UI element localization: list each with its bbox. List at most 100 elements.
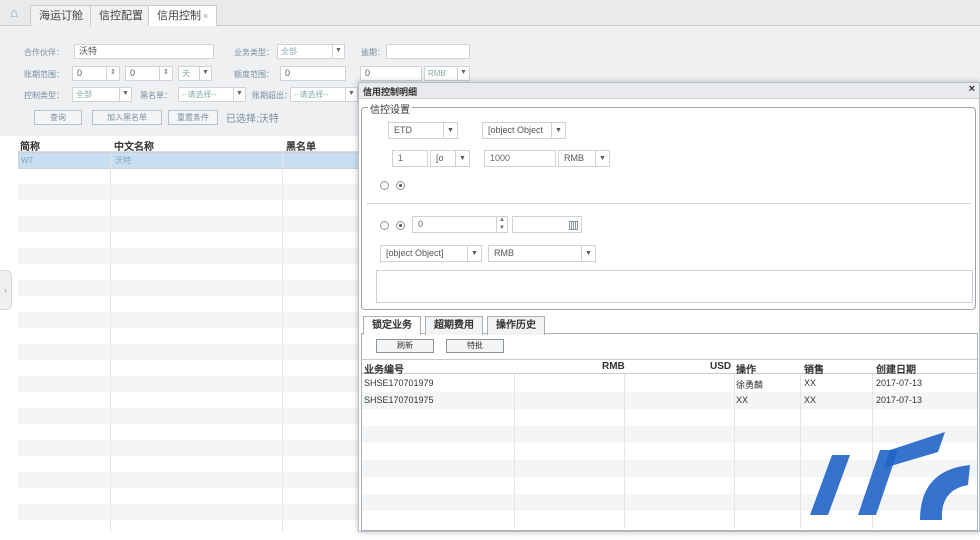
chevron-right-icon: › xyxy=(4,285,7,295)
reset-button[interactable]: 重置条件 xyxy=(168,110,218,125)
table-row[interactable]: SHSE170701979 徐勇麟 XX 2017-07-13 xyxy=(362,375,977,392)
chevron-down-icon: ▼ xyxy=(457,67,469,80)
home-icon[interactable]: ⌂ xyxy=(6,5,22,21)
amount-to-input[interactable]: 0 xyxy=(360,66,422,81)
number-spinner[interactable]: ▲ ▼ xyxy=(496,216,507,233)
chevron-down-icon: ▼ xyxy=(595,151,609,166)
control-type-label: 控制类型： xyxy=(24,91,64,100)
chevron-down-icon: ▼ xyxy=(119,88,131,101)
detail-tabs: 锁定业务 超期费用 操作历史 xyxy=(361,316,978,335)
query-button[interactable]: 查询 xyxy=(34,110,82,125)
amount-from-input[interactable]: 0 xyxy=(280,66,346,81)
grid-header: 简称 中文名称 黑名单 xyxy=(18,136,360,153)
chevron-down-icon: ▼ xyxy=(332,45,344,58)
days-input[interactable]: 1 xyxy=(392,150,428,167)
col-sales: 销售 xyxy=(804,365,824,376)
blacklist-select[interactable]: --请选择-- ▼ xyxy=(178,87,246,102)
tab-credit-control[interactable]: 信用控制 × xyxy=(148,5,218,27)
expand-handle[interactable]: › xyxy=(0,270,12,310)
fieldset-legend: 信控设置 xyxy=(368,101,412,116)
approve-button[interactable]: 特批 xyxy=(446,339,504,353)
overdue-input[interactable] xyxy=(386,44,470,59)
dialog-header: 信用控制明细 × xyxy=(359,83,979,99)
col-usd: USD xyxy=(710,361,732,372)
table-row[interactable]: SHSE170701975 XX XX 2017-07-13 xyxy=(362,392,977,409)
selected-note: 已选择:沃特 xyxy=(226,114,279,125)
business-grid-header: 业务编号 RMB USD 操作 销售 创建日期 xyxy=(362,359,977,376)
period-label: 账期范围： xyxy=(24,70,64,79)
chevron-down-icon: ▼ xyxy=(233,88,245,101)
radio-option-a[interactable] xyxy=(380,181,389,190)
table-row xyxy=(18,248,360,264)
control-type-select[interactable]: 全部 ▼ xyxy=(72,87,132,102)
table-row xyxy=(18,184,360,200)
col-chinese-name: 中文名称 xyxy=(114,142,154,153)
chevron-down-icon: ▼ xyxy=(455,151,469,166)
partner-input[interactable]: 沃特 xyxy=(74,44,214,59)
number-input[interactable]: 0 xyxy=(412,216,508,233)
tab-credit-config[interactable]: 信控配置 xyxy=(90,5,152,26)
table-row xyxy=(18,216,360,232)
period-unit-select[interactable]: 天 ▼ xyxy=(178,66,212,81)
chevron-down-icon: ▼ xyxy=(199,67,211,80)
col-blacklist: 黑名单 xyxy=(286,142,316,153)
col-short-name: 简称 xyxy=(20,142,40,153)
col-operator: 操作 xyxy=(736,365,756,376)
credit-settings-fieldset: 信控设置 ETD ▼ [object Object ▼ 1 [o ▼ 1000 RMB… xyxy=(361,101,976,310)
period-from-spinner[interactable]: ⇕ xyxy=(106,66,120,81)
calendar-icon[interactable] xyxy=(569,221,578,230)
object-select-1[interactable]: [object Object ▼ xyxy=(482,122,566,139)
chevron-down-icon: ▼ xyxy=(345,88,357,101)
etd-select[interactable]: ETD ▼ xyxy=(388,122,458,139)
partner-grid: 简称 中文名称 黑名单 WT 沃特 xyxy=(18,136,360,532)
remark-textarea[interactable] xyxy=(376,270,973,303)
object-select-2[interactable]: [object Object] ▼ xyxy=(380,245,482,262)
grid-divider xyxy=(514,374,515,529)
currency-select-2[interactable]: RMB ▼ xyxy=(488,245,596,262)
chevron-down-icon: ▼ xyxy=(581,246,595,261)
col-created-date: 创建日期 xyxy=(876,365,916,376)
table-row xyxy=(18,440,360,456)
refresh-button[interactable]: 刷新 xyxy=(376,339,434,353)
add-blacklist-button[interactable]: 加入黑名单 xyxy=(92,110,162,125)
dialog-title: 信用控制明细 xyxy=(363,87,418,97)
grid-divider xyxy=(734,374,735,529)
grid-divider xyxy=(624,374,625,529)
biz-type-select[interactable]: 全部 ▼ xyxy=(277,44,345,59)
grid-divider xyxy=(282,152,283,532)
currency-select[interactable]: RMB ▼ xyxy=(424,66,470,81)
partner-label: 合作伙伴： xyxy=(24,48,64,57)
currency-select-1[interactable]: RMB ▼ xyxy=(558,150,610,167)
chevron-down-icon: ▼ xyxy=(551,123,565,138)
table-row xyxy=(18,280,360,296)
chevron-down-icon: ▼ xyxy=(467,246,481,261)
chevron-down-icon: ▼ xyxy=(443,123,457,138)
overdue-label: 逾期： xyxy=(361,48,385,57)
table-row xyxy=(18,344,360,360)
col-rmb: RMB xyxy=(602,361,625,372)
section-divider xyxy=(366,203,971,204)
radio-option-b[interactable] xyxy=(396,181,405,190)
radio-option-c[interactable] xyxy=(380,221,389,230)
tab-overdue-fees[interactable]: 超期费用 xyxy=(425,316,483,335)
days-unit-select[interactable]: [o ▼ xyxy=(430,150,470,167)
overdue-period-label: 账期超出： xyxy=(252,91,292,100)
period-to-spinner[interactable]: ⇕ xyxy=(159,66,173,81)
table-row xyxy=(18,312,360,328)
close-icon[interactable]: × xyxy=(969,83,975,95)
table-row[interactable]: WT 沃特 xyxy=(18,152,360,169)
amount-input[interactable]: 1000 xyxy=(484,150,556,167)
tab-locked-business[interactable]: 锁定业务 xyxy=(363,316,421,335)
watermark-logo xyxy=(810,432,970,520)
table-row xyxy=(18,472,360,488)
close-icon[interactable]: × xyxy=(203,11,208,21)
tab-operation-history[interactable]: 操作历史 xyxy=(487,316,545,335)
amount-label: 额度范围： xyxy=(234,70,274,79)
overdue-period-select[interactable]: --请选择-- ▼ xyxy=(290,87,358,102)
tab-bar: ⌂ 海运订舱 信控配置 信用控制 × xyxy=(0,0,980,27)
col-business-no: 业务编号 xyxy=(364,365,404,376)
radio-option-d[interactable] xyxy=(396,221,405,230)
table-row xyxy=(18,504,360,520)
tab-sea-booking[interactable]: 海运订舱 xyxy=(30,5,92,26)
table-row xyxy=(18,408,360,424)
